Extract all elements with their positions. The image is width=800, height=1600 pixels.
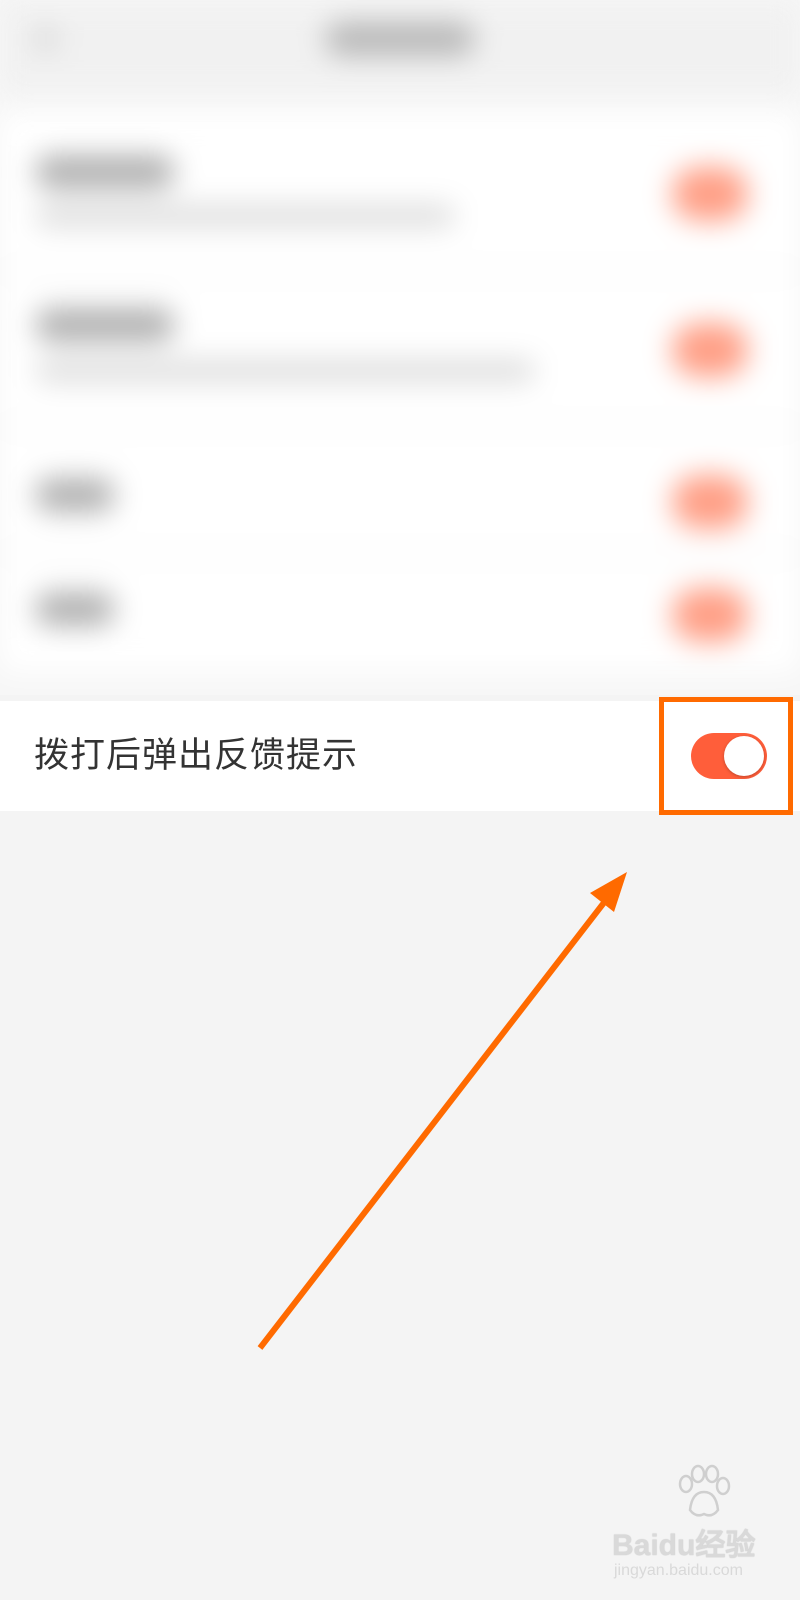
blurred-row-label — [35, 592, 115, 626]
blurred-divider — [0, 425, 800, 428]
arrow-shaft — [257, 898, 609, 1350]
blurred-row-label — [35, 308, 175, 342]
blurred-row-subtext — [35, 360, 535, 382]
watermark-brand: Baidu经验 — [612, 1529, 756, 1562]
blurred-toggle — [672, 167, 748, 221]
blurred-settings-area — [0, 0, 800, 695]
blurred-row-label — [35, 478, 115, 512]
blurred-title — [325, 22, 475, 56]
arrow-head — [590, 872, 627, 912]
blurred-divider — [0, 270, 800, 273]
blurred-toggle — [672, 588, 748, 642]
paw-icon — [678, 1464, 731, 1517]
annotation-highlight-box — [659, 697, 793, 815]
blurred-row-label — [35, 155, 175, 189]
watermark-url: jingyan.baidu.com — [614, 1562, 743, 1579]
blurred-toggle — [672, 323, 748, 377]
watermark: Baidu经验 jingyan.baidu.com — [612, 1462, 792, 1592]
blurred-content — [0, 0, 800, 695]
blurred-divider — [0, 552, 800, 555]
blurred-row-subtext — [35, 205, 455, 227]
blurred-back-icon — [35, 28, 57, 50]
blurred-toggle — [672, 475, 748, 529]
feedback-prompt-label: 拨打后弹出反馈提示 — [34, 736, 359, 776]
